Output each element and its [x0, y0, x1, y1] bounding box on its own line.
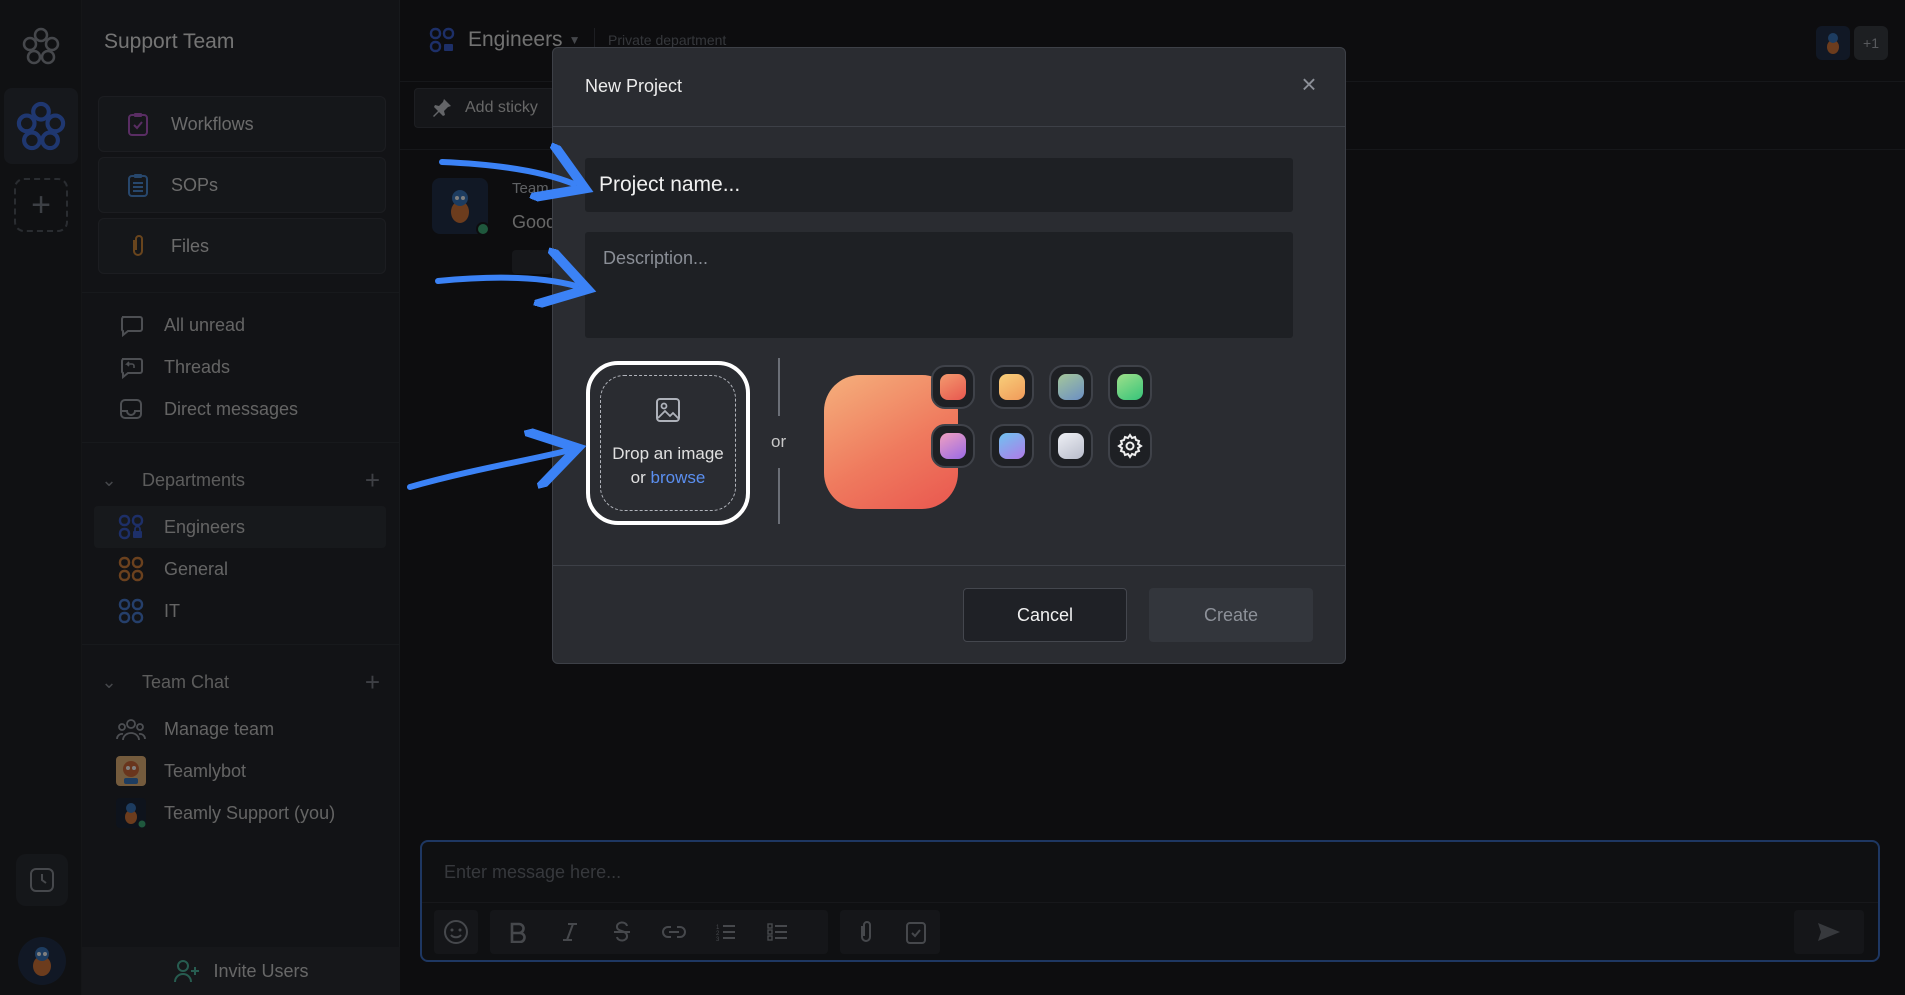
custom-color-button[interactable]	[1108, 424, 1152, 468]
drop-or: or	[630, 468, 646, 487]
swatch-color	[1058, 433, 1084, 459]
or-divider-text: or	[771, 432, 787, 451]
divider	[553, 565, 1345, 566]
color-swatch-6[interactable]	[990, 424, 1034, 468]
browse-link[interactable]: browse	[651, 468, 706, 487]
image-dropzone[interactable]: Drop an image or browse	[586, 361, 750, 525]
cancel-button[interactable]: Cancel	[963, 588, 1127, 642]
swatch-color	[940, 374, 966, 400]
project-name-input[interactable]	[585, 158, 1293, 212]
gear-icon	[1117, 433, 1143, 459]
color-swatch-5[interactable]	[931, 424, 975, 468]
color-swatch-7[interactable]	[1049, 424, 1093, 468]
image-icon	[654, 396, 682, 424]
swatch-color	[1058, 374, 1084, 400]
drop-line: Drop an image	[612, 444, 724, 463]
description-textarea[interactable]	[585, 232, 1293, 338]
swatch-color	[1117, 374, 1143, 400]
or-divider-line	[778, 358, 780, 416]
color-swatch-4[interactable]	[1108, 365, 1152, 409]
color-swatch-1[interactable]	[931, 365, 975, 409]
color-swatch-3[interactable]	[1049, 365, 1093, 409]
create-button[interactable]: Create	[1149, 588, 1313, 642]
dropzone-text: Drop an image or browse	[612, 442, 724, 490]
color-swatch-2[interactable]	[990, 365, 1034, 409]
or-divider-line	[778, 468, 780, 524]
dropzone-inner[interactable]: Drop an image or browse	[600, 375, 736, 511]
close-icon[interactable]: ×	[1297, 71, 1321, 97]
new-project-dialog: New Project × Drop an image or browse or…	[552, 47, 1346, 664]
drop-browse-line: or browse	[612, 466, 724, 490]
swatch-color	[999, 433, 1025, 459]
divider	[553, 126, 1345, 127]
swatch-color	[940, 433, 966, 459]
swatch-color	[999, 374, 1025, 400]
dialog-title: New Project	[585, 76, 683, 96]
